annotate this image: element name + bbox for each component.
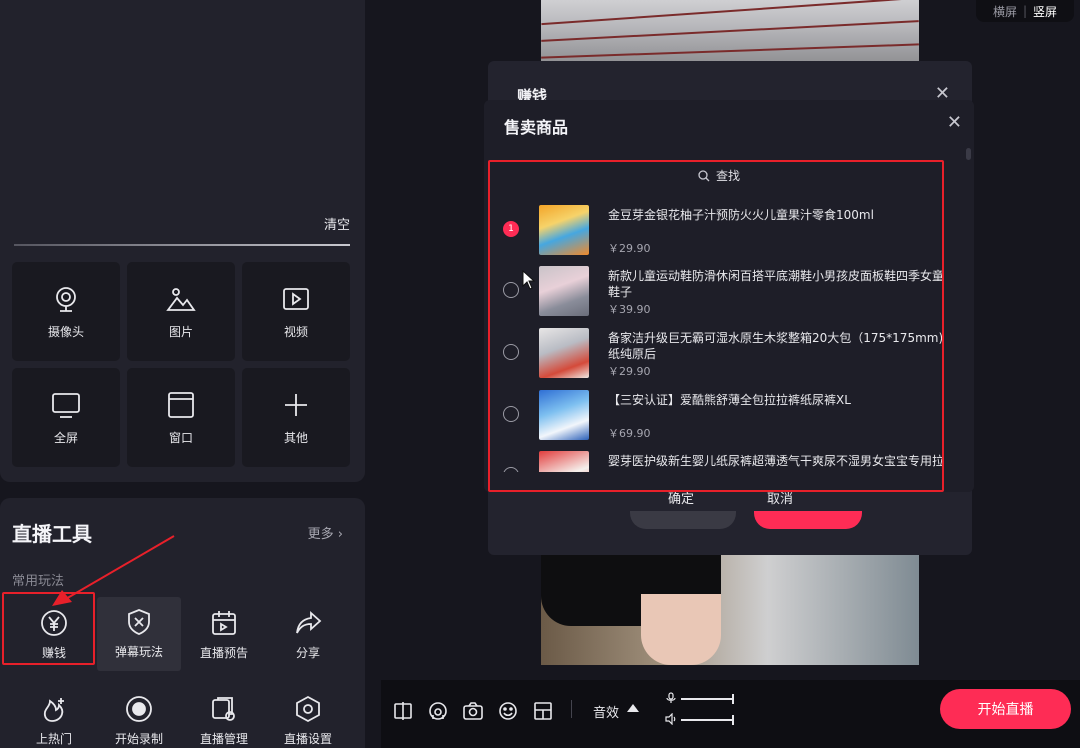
tool-label: 直播预告 (199, 646, 248, 660)
cancel-button-bg[interactable] (754, 511, 862, 529)
divider (14, 244, 350, 246)
tool-share-button[interactable]: 分享 (266, 598, 350, 672)
layout-button[interactable] (532, 700, 554, 722)
portrait-option[interactable]: 竖屏 (1033, 3, 1057, 20)
orientation-separator: | (1022, 4, 1028, 18)
source-camera-button[interactable]: 摄像头 (12, 262, 120, 361)
effects-button[interactable] (497, 700, 519, 722)
orientation-switch: 横屏 | 竖屏 (976, 0, 1074, 22)
more-link[interactable]: 更多 › (308, 523, 343, 542)
plus-icon (285, 393, 307, 416)
source-image-button[interactable]: 图片 (127, 262, 235, 361)
mic-volume-slider[interactable] (681, 694, 734, 704)
source-grid: 摄像头 图片 视频 全屏 窗口 其他 (12, 262, 352, 467)
source-video-button[interactable]: 视频 (242, 262, 350, 361)
settings-icon (296, 695, 320, 723)
manage-icon (212, 697, 235, 721)
record-icon (126, 696, 152, 722)
window-icon (168, 391, 194, 418)
toolbar-divider (571, 700, 572, 718)
camera-icon (56, 286, 76, 312)
tool-label: 分享 (295, 646, 320, 660)
microphone-icon (666, 692, 676, 703)
mouse-cursor-icon (522, 270, 536, 290)
live-studio-window: 清空 摄像头 图片 视频 全屏 窗口 其他 直播工具 更多 › 常用玩法 赚钱 … (0, 0, 1080, 748)
speaker-icon (665, 713, 676, 725)
danmu-icon (128, 609, 150, 635)
monitor-icon (52, 392, 80, 418)
annotation-arrow-icon (52, 535, 175, 606)
tool-label: 直播管理 (199, 732, 248, 746)
source-label: 图片 (168, 324, 193, 339)
layout-icon (534, 702, 552, 720)
annotation-product-list-box (488, 160, 944, 492)
screenshot-button[interactable] (462, 700, 484, 722)
landscape-option[interactable]: 横屏 (993, 3, 1017, 20)
tool-settings-button[interactable]: 直播设置 (266, 684, 350, 748)
tool-label: 弹幕玩法 (114, 645, 163, 659)
image-icon (166, 287, 196, 311)
source-fullscreen-button[interactable]: 全屏 (12, 368, 120, 467)
source-window-button[interactable]: 窗口 (127, 368, 235, 467)
bottom-toolbar: 音效 开始直播 (381, 680, 1080, 748)
video-preview-bottom (541, 554, 919, 665)
tool-label: 直播设置 (283, 732, 332, 746)
share-icon (296, 610, 322, 634)
confirm-button-bg[interactable] (630, 511, 736, 529)
tool-preview-button[interactable]: 直播预告 (182, 598, 266, 672)
face-effect-icon (499, 702, 517, 720)
tool-manage-button[interactable]: 直播管理 (182, 684, 266, 748)
source-label: 窗口 (168, 430, 193, 445)
split-icon (394, 702, 412, 720)
clear-button[interactable]: 清空 (324, 214, 350, 233)
calendar-icon (212, 611, 236, 635)
source-panel: 清空 摄像头 图片 视频 全屏 窗口 其他 (0, 0, 365, 482)
start-live-button[interactable]: 开始直播 (940, 689, 1071, 729)
chevron-up-icon[interactable] (627, 704, 639, 712)
left-column: 清空 摄像头 图片 视频 全屏 窗口 其他 直播工具 更多 › 常用玩法 赚钱 … (0, 0, 380, 748)
beauty-button[interactable] (427, 700, 449, 722)
source-label: 其他 (283, 430, 308, 445)
beauty-icon (429, 702, 447, 720)
tool-record-button[interactable]: 开始录制 (97, 684, 181, 748)
close-icon[interactable]: ✕ (947, 112, 962, 133)
tool-hot-button[interactable]: 上热门 (12, 684, 96, 748)
video-icon (283, 287, 309, 310)
fire-icon (43, 698, 64, 722)
split-view-button[interactable] (392, 700, 414, 722)
tool-label: 上热门 (35, 732, 72, 746)
tool-label: 开始录制 (114, 732, 163, 746)
goods-dialog-title: 售卖商品 (504, 118, 569, 137)
sound-effect-label[interactable]: 音效 (593, 702, 619, 721)
source-label: 全屏 (53, 430, 78, 445)
source-label: 摄像头 (47, 324, 84, 339)
scrollbar[interactable] (966, 148, 971, 160)
source-label: 视频 (283, 324, 308, 339)
camera-icon (463, 702, 483, 720)
speaker-volume-slider[interactable] (681, 715, 734, 725)
source-other-button[interactable]: 其他 (242, 368, 350, 467)
start-live-label: 开始直播 (977, 702, 1034, 718)
video-preview-top (541, 0, 919, 64)
